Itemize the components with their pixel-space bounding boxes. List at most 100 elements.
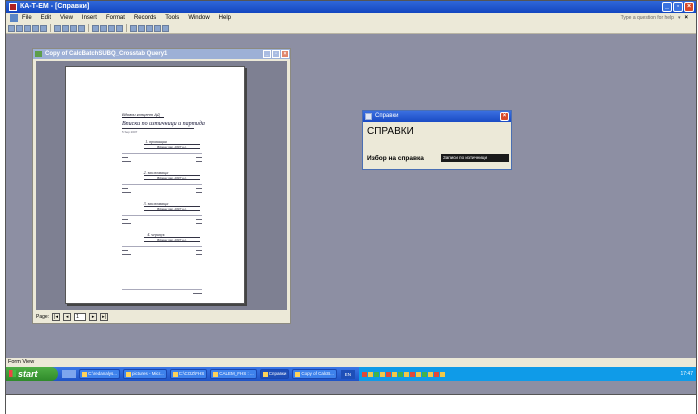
close-icon[interactable]: × — [500, 112, 509, 121]
tray-icon[interactable] — [397, 371, 403, 377]
mdi-close-icon[interactable]: × — [684, 13, 688, 23]
section-subtitle: Вдовни пак, 2007 н.г. — [144, 175, 200, 180]
dropdown-arrow-icon[interactable]: ▾ — [678, 13, 681, 23]
windows-logo-icon — [9, 370, 16, 377]
new-record-icon[interactable] — [130, 24, 137, 32]
tray-icon[interactable] — [373, 371, 379, 377]
tray-icon[interactable] — [415, 371, 421, 377]
report-row: ▬▬▬ ▬▬ — [122, 221, 202, 225]
menu-help[interactable]: Help — [219, 13, 231, 23]
tray-icon[interactable] — [421, 371, 427, 377]
menu-window[interactable]: Window — [188, 13, 209, 23]
help-search[interactable]: Type a question for help ▾ × — [621, 13, 688, 23]
cut-icon[interactable] — [54, 24, 61, 32]
copy-icon[interactable] — [62, 24, 69, 32]
child-title: Copy of CalcBatchSUBQ_Crosstab Query1 — [45, 51, 168, 57]
dialog-title: Справки — [375, 113, 399, 119]
page-number-field[interactable]: 1 — [74, 313, 87, 321]
print-icon[interactable] — [24, 24, 31, 32]
tray-icon[interactable] — [379, 371, 385, 377]
child-window-controls: _ ▫ × — [263, 50, 289, 58]
taskbar: start C:\redanalys... pictures - Micr...… — [6, 367, 696, 381]
document-icon[interactable] — [10, 14, 18, 22]
tray-icon[interactable] — [391, 371, 397, 377]
section-subtitle: Вдовни пак, 2007 н.г. — [144, 237, 200, 242]
page-label: Page: — [36, 314, 50, 320]
previous-page-icon[interactable]: ◂ — [63, 313, 72, 321]
tray-icon[interactable] — [403, 371, 409, 377]
new-object-icon[interactable] — [154, 24, 161, 32]
menu-file[interactable]: File — [22, 13, 32, 23]
language-indicator[interactable]: EN — [340, 369, 355, 379]
window-icon — [213, 372, 219, 377]
quick-launch-icon[interactable] — [62, 370, 76, 378]
view-icon[interactable] — [8, 24, 15, 32]
report-page[interactable]: Вдовни концепт АД Вписки по изтичници и … — [65, 66, 245, 304]
delete-record-icon[interactable] — [138, 24, 145, 32]
restore-icon[interactable]: ▫ — [673, 2, 683, 12]
status-bar: Form View — [6, 358, 696, 367]
spelling-icon[interactable] — [40, 24, 47, 32]
taskbar-item[interactable]: C:\redanalys... — [79, 369, 121, 379]
form-icon — [365, 113, 372, 120]
minimize-icon[interactable]: _ — [662, 2, 672, 12]
minimize-icon[interactable]: _ — [263, 50, 271, 58]
divider — [122, 215, 202, 216]
tray-icon[interactable] — [367, 371, 373, 377]
folder-icon — [172, 372, 178, 377]
menu-edit[interactable]: Edit — [41, 13, 51, 23]
taskbar-item[interactable]: CALEM_FHS : ... — [210, 369, 257, 379]
child-title-bar: Copy of CalcBatchSUBQ_Crosstab Query1 _ … — [33, 49, 290, 59]
last-page-icon[interactable]: ▸| — [100, 313, 109, 321]
help-icon[interactable] — [162, 24, 169, 32]
status-text: Form View — [8, 359, 35, 365]
menu-view[interactable]: View — [60, 13, 73, 23]
close-icon[interactable]: × — [684, 2, 694, 12]
folder-icon — [82, 372, 87, 377]
divider — [122, 128, 194, 129]
clock[interactable]: 17:47 — [680, 371, 693, 377]
tray-icon[interactable] — [409, 371, 415, 377]
maximize-icon[interactable]: ▫ — [272, 50, 280, 58]
taskbar-item[interactable]: pictures - Micr... — [123, 369, 167, 379]
sort-ascending-icon[interactable] — [92, 24, 99, 32]
report-footer: ▬▬▬ — [193, 291, 202, 295]
print-preview-icon[interactable] — [32, 24, 39, 32]
next-page-icon[interactable]: ▸ — [89, 313, 98, 321]
dialog-heading: СПРАВКИ — [367, 126, 414, 137]
first-page-icon[interactable]: |◂ — [52, 313, 61, 321]
close-icon[interactable]: × — [281, 50, 289, 58]
tray-icon[interactable] — [361, 371, 367, 377]
start-button[interactable]: start — [6, 367, 58, 381]
report-select[interactable]: Записи по изтичници — [441, 154, 509, 162]
report-row: ▬▬▬ ▬▬ — [122, 252, 202, 256]
find-icon[interactable] — [116, 24, 123, 32]
page-navigation: Page: |◂ ◂ 1 ▸ ▸| — [36, 312, 287, 322]
menu-tools[interactable]: Tools — [165, 13, 179, 23]
menu-insert[interactable]: Insert — [82, 13, 97, 23]
report-row: ▬▬▬ ▬▬ — [122, 190, 202, 194]
taskbar-item[interactable]: Copy of CalcB... — [292, 369, 337, 379]
divider — [122, 117, 164, 118]
save-icon[interactable] — [16, 24, 23, 32]
access-app-icon — [9, 3, 17, 11]
tray-icon[interactable] — [433, 371, 439, 377]
paste-icon[interactable] — [70, 24, 77, 32]
picture-icon — [126, 372, 132, 377]
menu-records[interactable]: Records — [134, 13, 156, 23]
preview-area[interactable]: Вдовни концепт АД Вписки по изтичници и … — [36, 61, 287, 310]
undo-icon[interactable] — [78, 24, 85, 32]
section-subtitle: Вдовни пак, 2007 н.г. — [144, 206, 200, 211]
tray-icon[interactable] — [439, 371, 445, 377]
tray-icon[interactable] — [385, 371, 391, 377]
filter-icon[interactable] — [108, 24, 115, 32]
help-search-input[interactable]: Type a question for help — [621, 13, 674, 23]
database-window-icon[interactable] — [146, 24, 153, 32]
menu-format[interactable]: Format — [106, 13, 125, 23]
taskbar-item-active[interactable]: Справки — [259, 369, 290, 379]
tray-icon[interactable] — [427, 371, 433, 377]
toolbar — [6, 23, 696, 34]
report-heading: Вписки по изтичници и партида — [122, 121, 205, 127]
sort-descending-icon[interactable] — [100, 24, 107, 32]
taskbar-item[interactable]: C:\COZ\FHS — [169, 369, 208, 379]
